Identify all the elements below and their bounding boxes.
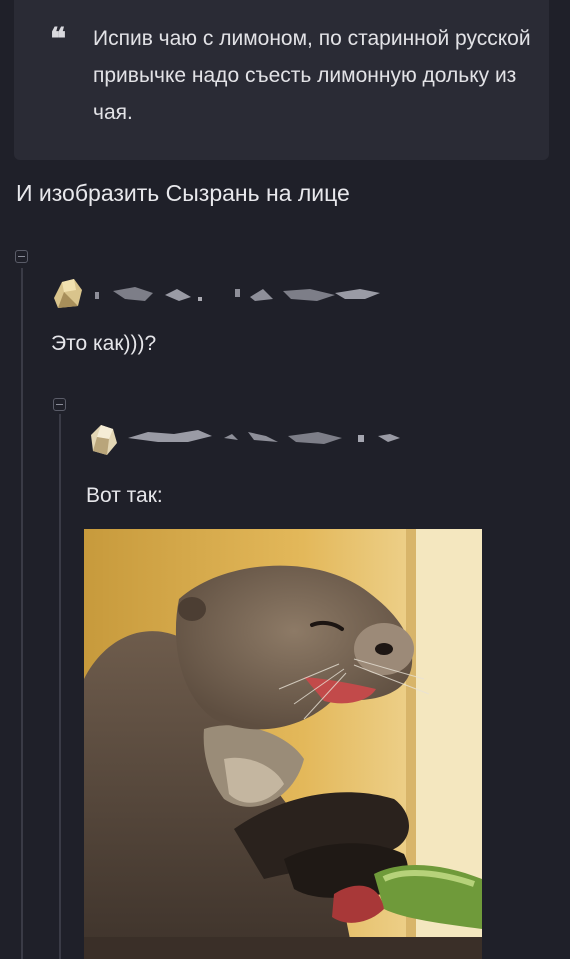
collapse-button[interactable]	[53, 398, 66, 411]
quote-block: ❝ Испив чаю с лимоном, по старинной русс…	[14, 0, 549, 160]
quote-icon: ❝	[50, 22, 67, 57]
comment-text: Это как)))?	[51, 332, 157, 355]
avatar	[91, 425, 117, 455]
quote-text: Испив чаю с лимоном, по старинной русско…	[93, 27, 531, 124]
username-blurred	[95, 287, 380, 301]
otter-photo	[84, 529, 482, 959]
comment-text: Вот так:	[86, 484, 163, 507]
thread-line	[59, 414, 61, 959]
username-blurred	[128, 430, 400, 444]
collapse-button[interactable]	[15, 250, 28, 263]
avatar	[54, 279, 82, 308]
thread-line	[21, 268, 23, 959]
post-text: И изобразить Сызрань на лице	[16, 180, 350, 206]
